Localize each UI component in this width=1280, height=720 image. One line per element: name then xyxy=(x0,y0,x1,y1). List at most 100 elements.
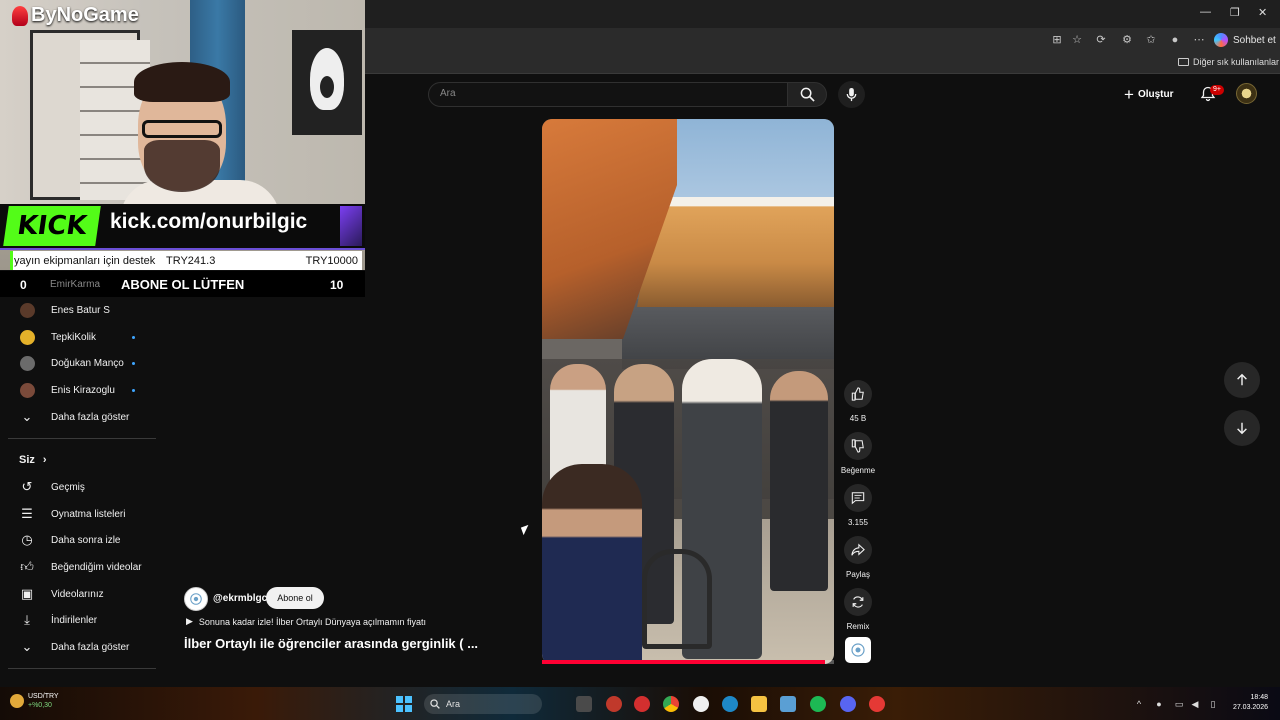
create-label: Oluştur xyxy=(1137,88,1174,100)
subscribe-button[interactable]: Abone ol xyxy=(266,587,324,609)
chevron-right-icon: › xyxy=(42,454,47,466)
browser-essentials-icon[interactable]: ⚙ xyxy=(1120,33,1134,47)
sidebar-item-downloads[interactable]: ⤓ İndirilenler xyxy=(0,607,156,633)
edge-icon[interactable] xyxy=(722,696,738,712)
favorite-star-icon[interactable]: ☆ xyxy=(1070,33,1084,47)
arrow-down-icon xyxy=(1237,422,1247,435)
avatar[interactable] xyxy=(1236,83,1257,104)
comments-button[interactable]: 3.155 xyxy=(843,484,873,527)
new-content-dot xyxy=(132,388,135,392)
store-icon[interactable] xyxy=(780,696,796,712)
copilot-chat-button[interactable]: Sohbet et xyxy=(1214,31,1276,49)
sidebar-show-more-subscriptions[interactable]: ⌄ Daha fazla göster xyxy=(0,404,156,430)
other-favorites[interactable]: Diğer sık kullanılanlar xyxy=(1178,57,1279,67)
sound-thumbnail[interactable] xyxy=(845,637,871,663)
taskbar-search[interactable]: Ara xyxy=(424,694,542,714)
playlist-link[interactable]: ▶ Sonuna kadar izle! İlber Ortaylı Dünya… xyxy=(186,616,426,627)
sidebar-item-label: Daha sonra izle xyxy=(51,534,121,546)
sidebar-item-label: Geçmiş xyxy=(51,481,85,493)
next-short-button[interactable] xyxy=(1224,410,1260,446)
sidebar-item-liked-videos[interactable]: 👍︎ Beğendiğim videolar xyxy=(0,554,156,580)
sidebar-item-label: Enes Batur S xyxy=(51,304,110,316)
new-content-dot xyxy=(132,361,135,365)
sidebar-item-dogukan-manco[interactable]: Doğukan Manço xyxy=(0,350,156,376)
mouse-cursor xyxy=(520,524,532,536)
playlists-icon: ☰ xyxy=(21,506,33,521)
search-button[interactable] xyxy=(787,82,827,107)
app-available-icon[interactable]: ⊞ xyxy=(1050,33,1064,47)
clock-icon: ◷ xyxy=(21,532,33,547)
channel-logo-icon xyxy=(851,643,865,657)
ticker-change: +%0,30 xyxy=(28,702,52,709)
taskbar-time: 18:48 xyxy=(1250,694,1268,701)
taskbar-search-label: Ara xyxy=(446,699,461,709)
close-button[interactable]: ✕ xyxy=(1258,6,1267,19)
yandex-icon[interactable] xyxy=(693,696,709,712)
channel-avatar[interactable] xyxy=(184,587,208,611)
comment-count: 3.155 xyxy=(847,518,869,527)
network-icon[interactable]: ▭ xyxy=(1174,699,1184,709)
donation-goal-bar: yayın ekipmanları için destek TRY241.3 T… xyxy=(10,251,362,270)
currency-icon xyxy=(10,694,24,708)
comment-icon xyxy=(851,492,865,505)
microphone-icon xyxy=(846,87,857,102)
previous-short-button[interactable] xyxy=(1224,362,1260,398)
spotify-icon[interactable] xyxy=(810,696,826,712)
copilot-icon xyxy=(1214,33,1228,47)
taskbar-date: 27.03.2026 xyxy=(1232,704,1268,711)
weather-ticker-widget[interactable]: USD/TRY +%0,30 xyxy=(10,692,59,710)
share-button[interactable]: Paylaş xyxy=(843,536,873,579)
channel-handle[interactable]: @ekrmblgc xyxy=(213,593,267,604)
battery-icon[interactable]: ▯ xyxy=(1208,699,1218,709)
like-button[interactable]: 45 B xyxy=(843,380,873,423)
extensions-icon[interactable]: ⟳ xyxy=(1094,33,1108,47)
sidebar-item-playlists[interactable]: ☰ Oynatma listeleri xyxy=(0,501,156,527)
search-input[interactable] xyxy=(428,82,788,107)
microphone-icon[interactable]: ● xyxy=(1154,699,1164,709)
video-title[interactable]: İlber Ortaylı ile öğrenciler arasında ge… xyxy=(184,636,478,651)
sidebar-item-label: Beğendiğim videolar xyxy=(51,561,142,573)
sidebar-item-history[interactable]: ↺ Geçmiş xyxy=(0,474,156,500)
like-count: 45 B xyxy=(849,414,867,423)
dislike-label: Beğenme xyxy=(840,466,876,475)
streamer-beard xyxy=(144,140,220,192)
app-icon[interactable] xyxy=(869,696,885,712)
sidebar-item-enes-batur[interactable]: Enes Batur S xyxy=(0,297,156,323)
profile-icon[interactable]: ● xyxy=(1168,33,1182,47)
channel-logo-text: ByNoGame xyxy=(31,4,139,26)
video-chair xyxy=(642,549,712,649)
maximize-button[interactable]: ❐ xyxy=(1230,6,1240,19)
opera-gx-icon[interactable] xyxy=(634,696,650,712)
chrome-icon[interactable] xyxy=(663,696,679,712)
sidebar-show-more-you[interactable]: ⌄ Daha fazla göster xyxy=(0,634,156,660)
minimize-button[interactable]: — xyxy=(1200,6,1211,18)
task-view-icon[interactable] xyxy=(576,696,592,712)
remix-icon xyxy=(852,596,864,608)
more-menu-icon[interactable]: ⋯ xyxy=(1192,33,1206,47)
playlist-text: Sonuna kadar izle! İlber Ortaylı Dünyaya… xyxy=(198,616,427,627)
sidebar-item-your-videos[interactable]: ▣ Videolarınız xyxy=(0,581,156,607)
streamer xyxy=(110,62,290,220)
remix-button[interactable]: Remix xyxy=(843,588,873,631)
create-button[interactable]: + Oluştur xyxy=(1124,84,1174,104)
sidebar-item-enis-kirazoglu[interactable]: Enis Kirazoglu xyxy=(0,377,156,403)
plus-icon: + xyxy=(1124,84,1134,104)
chevron-up-icon[interactable]: ^ xyxy=(1134,699,1144,709)
start-button[interactable] xyxy=(396,696,412,712)
channel-avatar xyxy=(19,329,35,345)
sidebar-item-watch-later[interactable]: ◷ Daha sonra izle xyxy=(0,527,156,553)
favorites-icon[interactable]: ✩ xyxy=(1144,33,1158,47)
sidebar-you-header[interactable]: Siz › xyxy=(19,454,47,466)
sidebar-item-tepkikolik[interactable]: TepkiKolik xyxy=(0,324,156,350)
kick-banner-decoration xyxy=(340,206,362,246)
short-video-player[interactable] xyxy=(542,119,834,664)
dislike-button[interactable]: Beğenme xyxy=(841,432,875,475)
voice-search-button[interactable] xyxy=(838,81,865,108)
thumbs-up-icon: 👍︎ xyxy=(20,559,34,574)
sidebar-you-label: Siz xyxy=(19,454,35,466)
speaker-icon[interactable]: ◀ xyxy=(1190,699,1200,709)
file-explorer-icon[interactable] xyxy=(751,696,767,712)
opera-icon[interactable] xyxy=(606,696,622,712)
taskbar-clock[interactable]: 18:48 27.03.2026 xyxy=(1228,693,1268,713)
discord-icon[interactable] xyxy=(840,696,856,712)
